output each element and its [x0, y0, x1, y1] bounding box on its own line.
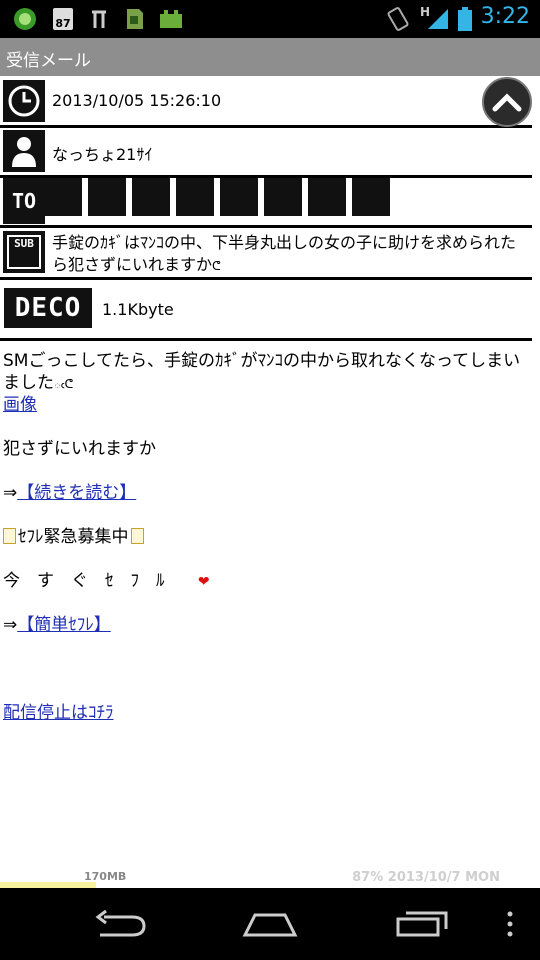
sender-name: なっちょ21ｻｲ — [52, 145, 153, 164]
usb-icon — [88, 7, 110, 31]
scroll-top-button[interactable] — [482, 77, 532, 127]
redacted-block — [220, 178, 258, 216]
mail-subject-text: 手錠のｶｷﾞはﾏﾝｺの中、下半身丸出しの女の子に助けを求められたら犯さずにいれま… — [52, 233, 517, 274]
network-type-label: H — [420, 5, 431, 19]
deco-icon: DECO — [4, 288, 92, 328]
body-question: 犯さずにいれますか — [3, 439, 156, 459]
redacted-block — [44, 178, 82, 216]
now-text: 今 す ぐ ｾ ﾌ ﾙ — [3, 571, 165, 591]
redacted-block — [132, 178, 170, 216]
body-paragraph: SMごっこしてたら、手錠のｶｷﾞがﾏﾝｺの中から取れなくなってしまいましたఁᕦ — [3, 350, 533, 395]
signal-icon: H — [420, 5, 450, 31]
back-button[interactable] — [90, 902, 150, 946]
redacted-block — [308, 178, 346, 216]
home-icon — [242, 913, 298, 937]
unsubscribe-line: 配信停止はｺﾁﾗ — [3, 702, 114, 724]
received-datetime: 2013/10/05 15:26:10 — [52, 91, 222, 110]
android-icon — [158, 7, 184, 31]
subject-row: SUB 手錠のｶｷﾞはﾏﾝｺの中、下半身丸出しの女の子に助けを求められたら犯さず… — [0, 228, 532, 280]
subject-icon-label: SUB — [7, 235, 41, 269]
recruit-text: ｾﾌﾚ緊急募集中 — [18, 527, 129, 547]
chevron-up-icon — [492, 93, 522, 112]
recent-apps-icon — [396, 911, 448, 937]
recent-apps-button[interactable] — [392, 902, 452, 946]
clock-icon — [3, 80, 45, 122]
person-icon — [3, 130, 45, 172]
redacted-block — [352, 178, 390, 216]
read-more-link[interactable]: 【続きを読む】 — [17, 483, 136, 503]
now-line: 今 す ぐ ｾ ﾌ ﾙ ❤ — [3, 570, 210, 593]
redacted-block — [176, 178, 214, 216]
menu-button[interactable] — [490, 902, 530, 946]
navigation-bar — [0, 888, 540, 960]
heart-icon: ❤ — [197, 574, 210, 590]
redacted-block — [264, 178, 302, 216]
status-bar: 87 H 3:22 — [0, 0, 540, 38]
status-time: 3:22 — [480, 4, 530, 29]
arrow-text: ⇒ — [3, 615, 18, 635]
title-bar: 受信メール — [0, 38, 540, 76]
image-link-line: 画像 — [3, 394, 37, 416]
document-icon — [3, 528, 16, 544]
home-button[interactable] — [240, 902, 300, 946]
to-icon: TO — [3, 178, 45, 224]
mail-size: 1.1Kbyte — [102, 300, 174, 319]
sd-card-icon — [122, 7, 146, 31]
app-icon — [12, 7, 38, 31]
page-title: 受信メール — [6, 51, 91, 71]
document-icon — [130, 528, 144, 544]
sender-row: なっちょ21ｻｲ — [0, 128, 532, 178]
easy-link-line: ⇒【簡単ｾﾌﾚ】 — [3, 614, 111, 636]
battery-icon — [456, 7, 474, 31]
redacted-block — [88, 178, 126, 216]
overflow-menu-icon — [507, 911, 513, 937]
unsubscribe-link[interactable]: 配信停止はｺﾁﾗ — [3, 703, 114, 723]
subject-icon: SUB — [3, 231, 45, 273]
body-text: SMごっこしてたら、手錠のｶｷﾞがﾏﾝｺの中から取れなくなってしまいました — [3, 351, 521, 393]
arrow-text: ⇒ — [3, 483, 18, 503]
memory-usage: 170MB — [84, 870, 127, 883]
easy-sefure-link[interactable]: 【簡単ｾﾌﾚ】 — [17, 615, 111, 635]
emoji-icon: ᕦ — [212, 259, 221, 273]
emoji-icon: ఁᕦ — [54, 377, 74, 391]
datetime-row: 2013/10/05 15:26:10 — [0, 76, 532, 128]
back-icon — [95, 909, 146, 937]
calendar-badge-icon: 87 — [52, 7, 74, 31]
recruit-line: ｾﾌﾚ緊急募集中 — [3, 526, 146, 548]
vibrate-icon — [386, 7, 410, 31]
battery-date-info: 87% 2013/10/7 MON — [352, 870, 500, 885]
mail-subject: 手錠のｶｷﾞはﾏﾝｺの中、下半身丸出しの女の子に助けを求められたら犯さずにいれま… — [52, 232, 530, 277]
calendar-badge-count: 87 — [53, 8, 73, 30]
read-more-line: ⇒【続きを読む】 — [3, 482, 136, 504]
image-link[interactable]: 画像 — [3, 395, 37, 415]
